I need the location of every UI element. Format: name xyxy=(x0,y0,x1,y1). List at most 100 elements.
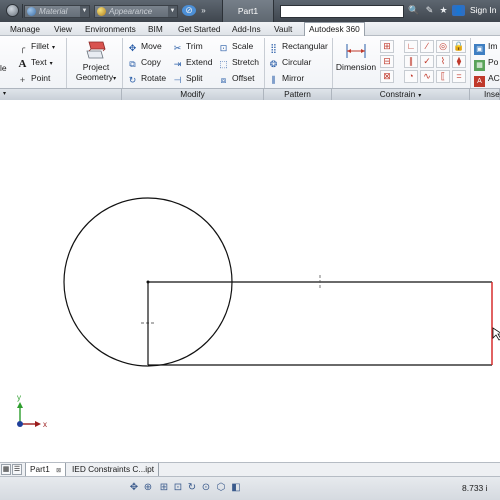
concentric-constraint-icon[interactable]: ◎ xyxy=(436,40,450,53)
parallel-constraint-icon[interactable]: ∥ xyxy=(404,55,418,68)
tab-manage[interactable]: Manage xyxy=(10,23,40,36)
move-button[interactable]: ✥ Move xyxy=(127,40,162,53)
insert-acad-button[interactable]: A AC xyxy=(474,72,500,87)
text-button[interactable]: A Text ▾ xyxy=(17,56,53,70)
tab-add-ins[interactable]: Add-Ins xyxy=(232,23,261,36)
collinear-constraint-icon[interactable]: ∕ xyxy=(420,40,434,53)
smooth-constraint-icon[interactable]: ∿ xyxy=(420,70,434,83)
mirror-icon: ⫼ xyxy=(271,75,276,85)
favorites-star-icon[interactable]: ★ xyxy=(438,5,449,16)
appearance-dropdown[interactable]: Appearance ▼ xyxy=(94,5,178,18)
panel-bar-modify[interactable]: Modify xyxy=(122,88,264,100)
expand-icon[interactable]: » xyxy=(198,5,209,16)
split-button[interactable]: ⊣ Split xyxy=(172,72,203,85)
separator xyxy=(470,38,471,88)
project-geometry-button[interactable]: Project Geometry▾ xyxy=(70,40,122,84)
point-button[interactable]: + Point xyxy=(17,72,51,85)
perpendicular-constraint-icon[interactable]: ✓ xyxy=(420,55,434,68)
x-axis-arrow-icon xyxy=(35,421,41,427)
dimension-button[interactable]: Dimension xyxy=(334,42,378,72)
panel-bar-constrain[interactable]: Constrain ▾ xyxy=(332,88,470,100)
constrain-panel-label: Constrain xyxy=(379,89,416,99)
material-dropdown[interactable]: Material ▼ xyxy=(24,5,90,18)
vertical-constraint-icon[interactable]: ⧫ xyxy=(452,55,466,68)
horizontal-constraint-icon[interactable]: ⌇ xyxy=(436,55,450,68)
doc-tab-part1[interactable]: Part1 ⊠ xyxy=(25,463,67,477)
doc-tab-label: IED Constraints C...ipt xyxy=(72,464,155,474)
rotate-button[interactable]: ↻ Rotate xyxy=(127,72,166,85)
z-axis-dot-icon xyxy=(17,421,23,427)
communication-center-icon[interactable]: ✎ xyxy=(424,5,435,16)
trim-button[interactable]: ✂ Trim xyxy=(172,40,203,53)
move-label: Move xyxy=(141,41,162,51)
show-constraints-icon[interactable]: ⊟ xyxy=(380,55,394,68)
x-axis-label: x xyxy=(43,420,47,429)
offset-button[interactable]: ⧈ Offset xyxy=(218,72,255,85)
panel-bar-insert[interactable]: Inse xyxy=(470,88,500,100)
look-at-icon[interactable]: ⊙ xyxy=(200,482,212,494)
stretch-button[interactable]: ⬚ Stretch xyxy=(218,56,259,69)
view-cube-icon[interactable]: ⬡ xyxy=(215,482,227,494)
insert-panel-label: Inse xyxy=(484,89,500,99)
panel-bar-pattern[interactable]: Pattern xyxy=(264,88,332,100)
equal-constraint-icon[interactable]: = xyxy=(452,70,466,83)
document-title: Part1 xyxy=(222,0,274,22)
copy-button[interactable]: ⧉ Copy xyxy=(127,56,161,69)
tab-autodesk-360[interactable]: Autodesk 360 xyxy=(304,22,365,37)
acad-icon: A xyxy=(474,76,485,87)
modify-panel-label: Modify xyxy=(180,89,205,99)
user-account-icon[interactable]: 👤 xyxy=(452,5,465,16)
tab-vault[interactable]: Vault xyxy=(274,23,292,36)
insert-image-button[interactable]: ▣ Im xyxy=(474,40,498,55)
sign-in-link[interactable]: Sign In xyxy=(470,5,496,15)
scale-label: Scale xyxy=(232,41,254,51)
rectangular-pattern-button[interactable]: ⣿ Rectangular xyxy=(268,40,328,53)
document-tab-bar: ▦ ☰ Part1 ⊠ IED Constraints C...ipt xyxy=(0,462,500,477)
search-icon[interactable]: 🔍 xyxy=(408,5,419,16)
slice-icon[interactable]: ◧ xyxy=(230,482,242,494)
separator xyxy=(264,38,265,88)
auto-dimension-icon[interactable]: ⊞ xyxy=(380,40,394,53)
tab-get-started[interactable]: Get Started xyxy=(178,23,220,36)
tangent-constraint-icon[interactable]: ◔ xyxy=(404,70,418,83)
tab-bim[interactable]: BIM xyxy=(148,23,163,36)
tab-grid-icon[interactable]: ▦ xyxy=(1,464,11,475)
clear-appearance-icon[interactable]: ⊘ xyxy=(182,5,196,16)
zoom-all-icon[interactable]: ⊞ xyxy=(158,482,170,494)
zoom-window-icon[interactable]: ⊡ xyxy=(172,482,184,494)
app-menu-button[interactable] xyxy=(6,4,19,17)
trim-label: Trim xyxy=(186,41,203,51)
separator xyxy=(122,38,123,88)
tab-environments[interactable]: Environments xyxy=(85,23,136,36)
fix-constraint-icon[interactable]: 🔒 xyxy=(452,40,466,53)
orbit-icon[interactable]: ↻ xyxy=(186,482,198,494)
circular-pattern-button[interactable]: ❂ Circular xyxy=(268,56,312,69)
insert-points-button[interactable]: ▦ Po xyxy=(474,56,498,71)
coordinate-readout: 8.733 i xyxy=(462,483,488,493)
points-icon: ▦ xyxy=(474,60,485,71)
mirror-button[interactable]: ⫼ Mirror xyxy=(268,72,304,85)
search-input[interactable] xyxy=(280,5,404,18)
tab-view[interactable]: View xyxy=(54,23,72,36)
insert-image-label: Im xyxy=(488,41,498,51)
close-icon[interactable]: ⊠ xyxy=(56,468,61,474)
symmetric-constraint-icon[interactable]: ⟦ xyxy=(436,70,450,83)
sketch-drawing[interactable]: y x xyxy=(0,100,500,462)
extend-button[interactable]: ⇥ Extend xyxy=(172,56,213,69)
separator xyxy=(66,38,67,88)
sketch-point[interactable] xyxy=(146,280,150,284)
cut-off-label[interactable]: le xyxy=(0,62,7,74)
zoom-icon[interactable]: ⊕ xyxy=(142,482,154,494)
doc-tab-ied-constraints[interactable]: IED Constraints C...ipt xyxy=(68,463,160,477)
fillet-button[interactable]: ╭ Fillet ▾ xyxy=(17,40,55,53)
scale-button[interactable]: ⊡ Scale xyxy=(218,40,254,53)
sketch-canvas[interactable]: y x xyxy=(0,100,500,462)
panel-bar-create[interactable]: ▾ xyxy=(0,88,122,100)
tab-list-icon[interactable]: ☰ xyxy=(12,464,22,475)
constraint-settings-icon[interactable]: ⊠ xyxy=(380,70,394,83)
chevron-down-icon: ▼ xyxy=(168,6,177,17)
extend-label: Extend xyxy=(186,57,213,67)
mouse-cursor-icon xyxy=(492,327,500,341)
pan-icon[interactable]: ✥ xyxy=(128,482,140,494)
coincident-constraint-icon[interactable]: ∟ xyxy=(404,40,418,53)
